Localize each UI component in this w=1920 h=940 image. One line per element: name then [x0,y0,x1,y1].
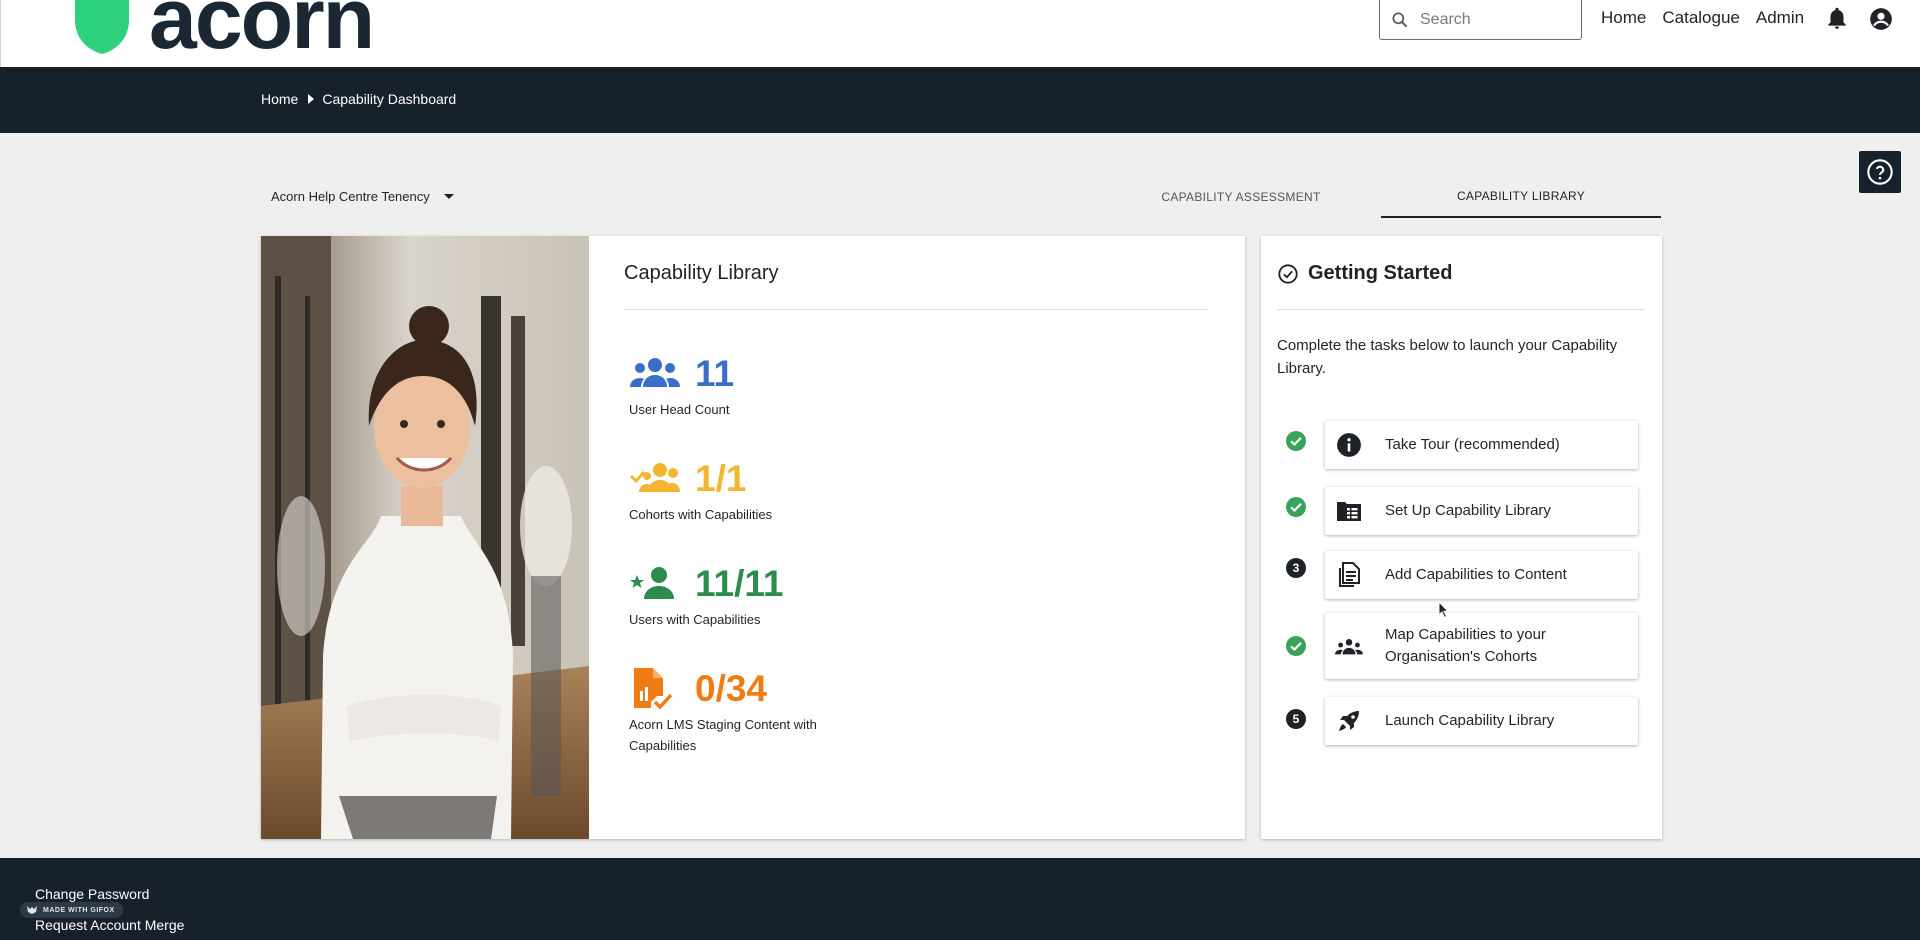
stat-label: Users with Capabilities [629,612,761,627]
breadcrumb-separator-icon [308,94,315,104]
person-star-icon [629,561,681,605]
nav-admin-link[interactable]: Admin [1756,8,1804,28]
help-button[interactable] [1859,151,1901,193]
done-check-icon [1286,636,1306,656]
gifox-badge: MADE WITH GIFOX [20,902,123,918]
mouse-cursor-icon [1438,601,1450,619]
account-icon[interactable] [1868,5,1894,31]
footer: Change Password MADE WITH GIFOX Request … [0,858,1920,940]
tenancy-label: Acorn Help Centre Tenency [271,189,430,204]
stat-cohorts-with-capabilities: 1/1 Cohorts with Capabilities [629,456,819,525]
task-label: Add Capabilities to Content [1385,566,1567,583]
stat-users-with-capabilities: 11/11 Users with Capabilities [629,561,819,630]
task-label: Take Tour (recommended) [1385,436,1560,453]
task-label: Launch Capability Library [1385,712,1555,729]
stat-value: 1/1 [695,457,747,499]
top-nav: Home Catalogue Admin [1601,6,1908,30]
nav-home-link[interactable]: Home [1601,8,1646,28]
breadcrumb-home[interactable]: Home [261,91,298,107]
add-capabilities-button[interactable]: Add Capabilities to Content [1325,551,1638,599]
task-label: Set Up Capability Library [1385,502,1551,519]
check-circle-icon [1278,263,1298,284]
tenancy-select[interactable]: Acorn Help Centre Tenency [271,189,454,204]
stat-value: 11 [695,352,735,394]
stat-label: Acorn LMS Staging Content with Capabilit… [629,717,817,753]
divider [1277,309,1645,310]
take-tour-button[interactable]: Take Tour (recommended) [1325,421,1638,469]
group-icon [629,351,681,395]
stat-value: 11/11 [695,562,784,604]
step-3-icon: 3 [1286,558,1306,578]
request-account-merge-link[interactable]: Request Account Merge [35,917,184,933]
task-label: Map Capabilities to your Organisation's … [1385,626,1546,665]
stat-value: 0/34 [695,667,768,709]
getting-started-title: Getting Started [1277,262,1452,285]
svg-text:5: 5 [1293,712,1300,726]
rocket-icon [1335,707,1363,735]
done-check-icon [1286,431,1306,451]
svg-text:3: 3 [1293,561,1300,575]
getting-started-description: Complete the tasks below to launch your … [1277,337,1618,377]
document-check-icon [629,666,681,710]
getting-started-title-text: Getting Started [1308,262,1453,284]
map-cohorts-button[interactable]: Map Capabilities to your Organisation's … [1325,613,1638,679]
tab-capability-assessment[interactable]: CAPABILITY ASSESSMENT [1101,175,1381,218]
people-icon [1335,632,1363,660]
search-box[interactable] [1379,0,1582,40]
bell-icon[interactable] [1824,5,1850,31]
capability-library-card: Capability Library 11 User Head Count 1/… [261,236,1245,839]
stat-user-head-count: 11 User Head Count [629,351,819,420]
top-header: acorn Home Catalogue Admin [0,0,1920,67]
group-check-icon [629,456,681,500]
tab-capability-library[interactable]: CAPABILITY LIBRARY [1381,175,1661,218]
search-input[interactable] [1420,10,1570,29]
folder-list-icon [1335,497,1363,525]
breadcrumb: Home Capability Dashboard [261,91,456,107]
change-password-link[interactable]: Change Password [35,886,149,902]
acorn-logo[interactable]: acorn [71,0,375,62]
document-icon [1335,561,1363,589]
step-5-icon: 5 [1286,709,1306,729]
info-icon [1335,431,1363,459]
tab-bar: CAPABILITY ASSESSMENT CAPABILITY LIBRARY [1101,175,1661,218]
breadcrumb-bar: Home Capability Dashboard [0,67,1920,133]
nav-catalogue-link[interactable]: Catalogue [1662,8,1740,28]
getting-started-card: Getting Started Complete the tasks below… [1261,236,1662,839]
breadcrumb-current: Capability Dashboard [322,91,457,107]
stat-content-with-capabilities: 0/34 Acorn LMS Staging Content with Capa… [629,666,819,756]
set-up-library-button[interactable]: Set Up Capability Library [1325,487,1638,535]
gifox-icon [27,906,37,914]
done-check-icon [1286,497,1306,517]
divider [624,309,1208,310]
help-icon [1867,159,1893,185]
launch-library-button[interactable]: Launch Capability Library [1325,697,1638,745]
logo-text: acorn [149,0,375,67]
stat-label: Cohorts with Capabilities [629,507,773,522]
caret-down-icon [443,194,454,199]
acorn-logo-icon [75,0,129,54]
card-title: Capability Library [624,262,779,284]
search-icon [1392,12,1408,27]
gifox-label: MADE WITH GIFOX [43,906,115,914]
hero-photo [261,236,589,839]
stat-label: User Head Count [629,402,730,417]
